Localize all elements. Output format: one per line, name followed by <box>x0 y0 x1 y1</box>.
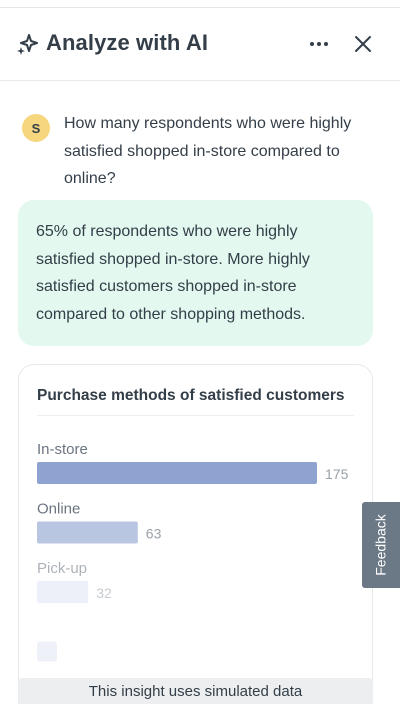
bar-group: Pick-up 32 <box>37 560 112 603</box>
loading-placeholder <box>37 641 57 662</box>
bar <box>37 462 317 484</box>
bar-group: In-store 175 <box>37 441 349 484</box>
more-icon-dot <box>324 42 328 46</box>
close-icon[interactable] <box>351 32 375 56</box>
more-icon <box>310 42 314 46</box>
simulated-data-note: This insight uses simulated data <box>18 678 373 704</box>
sparkle-icon <box>17 34 38 55</box>
more-icon-dot <box>317 42 321 46</box>
category-label: Pick-up <box>37 560 87 577</box>
bar <box>37 581 89 603</box>
feedback-label: Feedback <box>373 514 390 576</box>
more-options-button[interactable] <box>306 32 332 56</box>
panel-header: Analyze with AI <box>0 8 400 81</box>
bar-group: Online 63 <box>37 501 162 544</box>
bar-value-label: 32 <box>96 585 112 601</box>
chart-card: Purchase methods of satisfied customers … <box>18 364 373 704</box>
bar-chart: In-store 175 Online 63 Pick-up 32 <box>37 441 349 662</box>
bar <box>37 521 138 544</box>
bar-value-label: 175 <box>325 466 349 482</box>
ai-answer: 65% of respondents who were highly satis… <box>18 200 373 346</box>
panel-title: Analyze with AI <box>46 30 209 55</box>
category-label: Online <box>37 501 80 518</box>
bar-value-label: 63 <box>146 526 162 542</box>
user-avatar: S <box>22 114 50 142</box>
category-label: In-store <box>37 441 88 458</box>
user-question: How many respondents who were highly sat… <box>64 115 352 187</box>
feedback-tab[interactable]: Feedback <box>362 502 400 588</box>
